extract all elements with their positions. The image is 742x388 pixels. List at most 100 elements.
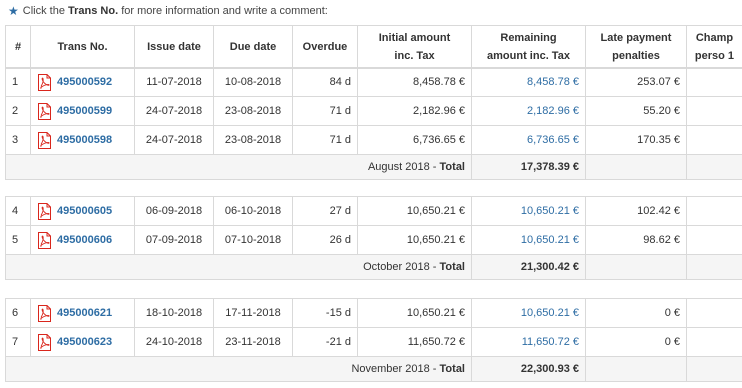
champ-perso-cell <box>686 125 742 155</box>
row-number: 2 <box>5 96 31 126</box>
remaining-amount: 6,736.65 € <box>471 125 586 155</box>
col-header-remaining-amount[interactable]: Remaining amount inc. Tax <box>471 25 586 69</box>
col-header-late-penalties[interactable]: Late payment penalties <box>585 25 687 69</box>
late-penalty: 170.35 € <box>585 125 687 155</box>
issue-date: 07-09-2018 <box>134 225 214 255</box>
total-value: 21,300.42 € <box>471 254 586 280</box>
due-date: 23-08-2018 <box>213 125 293 155</box>
late-penalty: 0 € <box>585 327 687 357</box>
pdf-icon[interactable] <box>37 304 52 322</box>
total-empty-cell <box>585 254 687 280</box>
total-empty-cell <box>686 356 742 382</box>
total-empty-cell <box>585 154 687 180</box>
col-header-trans[interactable]: Trans No. <box>30 25 135 69</box>
table-row: 6 495000621 18-10-2018 17-11-2018 -15 d … <box>5 298 742 328</box>
issue-date: 18-10-2018 <box>134 298 214 328</box>
row-number: 7 <box>5 327 31 357</box>
table-row: 4 495000605 06-09-2018 06-10-2018 27 d 1… <box>5 196 742 226</box>
col-header-champ-line2: perso 1 <box>694 50 735 62</box>
overdue-days: 27 d <box>292 196 358 226</box>
table-header: # Trans No. Issue date Due date Overdue … <box>5 25 742 69</box>
row-number: 5 <box>5 225 31 255</box>
trans-number-link[interactable]: 495000621 <box>57 307 112 319</box>
total-word: Total <box>439 363 465 375</box>
total-empty-cell <box>686 254 742 280</box>
col-header-issue-date[interactable]: Issue date <box>134 25 214 69</box>
total-value: 17,378.39 € <box>471 154 586 180</box>
remaining-amount: 8,458.78 € <box>471 67 586 97</box>
total-period: August 2018 <box>367 161 430 173</box>
total-period: November 2018 <box>351 363 430 375</box>
champ-perso-cell <box>686 96 742 126</box>
instruction-hint: ★ Click the Trans No. for more informati… <box>8 3 328 19</box>
col-header-initial-amount[interactable]: Initial amount inc. Tax <box>357 25 472 69</box>
total-empty-cell <box>686 154 742 180</box>
trans-number-link[interactable]: 495000592 <box>57 76 112 88</box>
trans-number-link[interactable]: 495000598 <box>57 134 112 146</box>
late-penalty: 102.42 € <box>585 196 687 226</box>
due-date: 23-11-2018 <box>213 327 293 357</box>
col-header-initial-line1: Initial amount <box>378 32 451 44</box>
pdf-icon[interactable] <box>37 202 52 220</box>
trans-number-link[interactable]: 495000599 <box>57 105 112 117</box>
table-row: 5 495000606 07-09-2018 07-10-2018 26 d 1… <box>5 225 742 255</box>
col-header-due-date[interactable]: Due date <box>213 25 293 69</box>
trans-cell: 495000599 <box>30 96 135 126</box>
group-total-row: August 2018 - Total 17,378.39 € <box>5 154 742 180</box>
col-header-num[interactable]: # <box>5 25 31 69</box>
issue-date: 24-07-2018 <box>134 125 214 155</box>
remaining-amount: 10,650.21 € <box>471 298 586 328</box>
due-date: 06-10-2018 <box>213 196 293 226</box>
overdue-days: 26 d <box>292 225 358 255</box>
trans-number-link[interactable]: 495000606 <box>57 234 112 246</box>
trans-cell: 495000621 <box>30 298 135 328</box>
trans-cell: 495000598 <box>30 125 135 155</box>
issue-date: 24-07-2018 <box>134 96 214 126</box>
late-penalty: 98.62 € <box>585 225 687 255</box>
late-penalty: 253.07 € <box>585 67 687 97</box>
col-header-initial-line2: inc. Tax <box>394 50 435 62</box>
col-header-late-line1: Late payment <box>600 32 672 44</box>
initial-amount: 8,458.78 € <box>357 67 472 97</box>
col-header-champ-perso[interactable]: Champ perso 1 <box>686 25 742 69</box>
trans-number-link[interactable]: 495000623 <box>57 336 112 348</box>
champ-perso-cell <box>686 67 742 97</box>
total-label: October 2018 - Total <box>5 254 472 280</box>
issue-date: 06-09-2018 <box>134 196 214 226</box>
pdf-icon[interactable] <box>37 333 52 351</box>
hint-prefix: Click the <box>22 5 65 17</box>
initial-amount: 11,650.72 € <box>357 327 472 357</box>
initial-amount: 2,182.96 € <box>357 96 472 126</box>
group-table-1: 1 495000592 11-07-2018 10-08-2018 84 d 8… <box>5 67 742 180</box>
pdf-icon[interactable] <box>37 73 52 91</box>
trans-cell: 495000592 <box>30 67 135 97</box>
initial-amount: 6,736.65 € <box>357 125 472 155</box>
due-date: 17-11-2018 <box>213 298 293 328</box>
initial-amount: 10,650.21 € <box>357 225 472 255</box>
overdue-days: -15 d <box>292 298 358 328</box>
row-number: 4 <box>5 196 31 226</box>
pdf-icon[interactable] <box>37 231 52 249</box>
total-word: Total <box>439 161 465 173</box>
total-empty-cell <box>585 356 687 382</box>
hint-suffix: for more information and write a comment… <box>121 5 328 17</box>
total-period: October 2018 <box>363 261 430 273</box>
overdue-days: 71 d <box>292 96 358 126</box>
table-row: 3 495000598 24-07-2018 23-08-2018 71 d 6… <box>5 125 742 155</box>
row-number: 1 <box>5 67 31 97</box>
initial-amount: 10,650.21 € <box>357 196 472 226</box>
row-number: 3 <box>5 125 31 155</box>
col-header-champ-line1: Champ <box>695 32 734 44</box>
remaining-amount: 11,650.72 € <box>471 327 586 357</box>
group-total-row: October 2018 - Total 21,300.42 € <box>5 254 742 280</box>
pdf-icon[interactable] <box>37 102 52 120</box>
row-number: 6 <box>5 298 31 328</box>
pdf-icon[interactable] <box>37 131 52 149</box>
remaining-amount: 2,182.96 € <box>471 96 586 126</box>
champ-perso-cell <box>686 298 742 328</box>
remaining-amount: 10,650.21 € <box>471 225 586 255</box>
col-header-overdue[interactable]: Overdue <box>292 25 358 69</box>
total-word: Total <box>439 261 465 273</box>
trans-number-link[interactable]: 495000605 <box>57 205 112 217</box>
champ-perso-cell <box>686 225 742 255</box>
